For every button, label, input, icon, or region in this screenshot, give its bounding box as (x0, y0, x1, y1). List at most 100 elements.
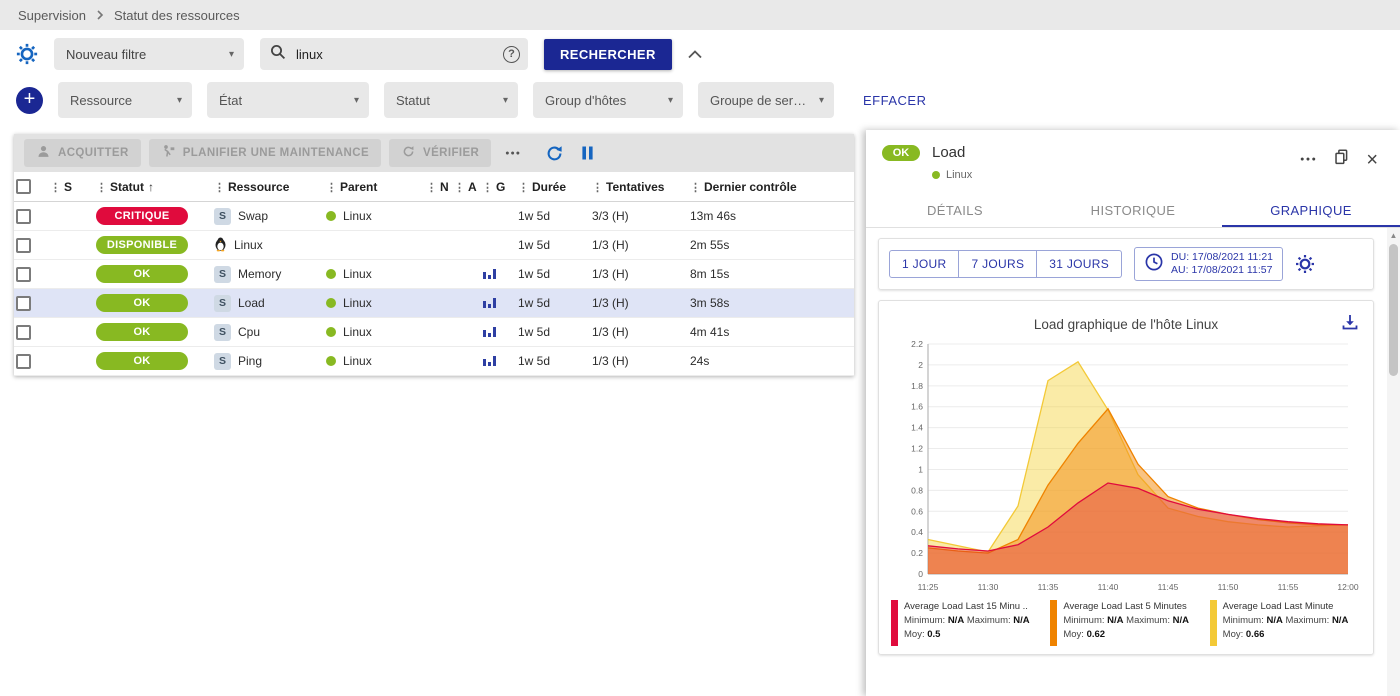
column-label: Durée (532, 180, 566, 194)
column-header-statut[interactable]: ⋮Statut↑ (94, 172, 212, 202)
legend-item[interactable]: Average Load Last 15 Minu .. Minimum: N/… (891, 600, 1042, 646)
select-all-header[interactable] (14, 172, 48, 202)
parent-name[interactable]: Linux (343, 354, 372, 368)
range-button-7jours[interactable]: 7 JOURS (959, 250, 1037, 278)
column-drag-icon[interactable]: ⋮ (518, 182, 529, 194)
graph-icon[interactable] (482, 298, 497, 312)
criteria-label: Statut (396, 93, 430, 108)
table-row[interactable]: OK S Cpu Linux 1w 5d 1/3 (H) 4m 41s (14, 318, 854, 347)
resource-name[interactable]: Cpu (238, 325, 260, 339)
graph-settings-gear-icon[interactable] (1295, 254, 1315, 274)
parent-name[interactable]: Linux (343, 209, 372, 223)
column-drag-icon[interactable]: ⋮ (690, 182, 701, 194)
panel-more-icon[interactable]: ●●● (1300, 156, 1317, 163)
row-checkbox[interactable] (16, 325, 31, 340)
parent-name[interactable]: Linux (343, 267, 372, 281)
criteria-select-3[interactable]: Statut▾ (384, 82, 518, 118)
collapse-filters-chevron-icon[interactable] (688, 50, 702, 59)
column-header-s[interactable]: ⋮S (48, 172, 94, 202)
tab-historique[interactable]: HISTORIQUE (1044, 193, 1222, 227)
breadcrumb-supervision[interactable]: Supervision (18, 8, 86, 23)
column-header-a[interactable]: ⋮A (452, 172, 480, 202)
legend-min-value: N/A (1107, 615, 1123, 626)
row-checkbox[interactable] (16, 296, 31, 311)
legend-item[interactable]: Average Load Last Minute Minimum: N/A Ma… (1210, 600, 1361, 646)
table-row[interactable]: OK S Load Linux 1w 5d 1/3 (H) 3m 58s (14, 289, 854, 318)
column-drag-icon[interactable]: ⋮ (96, 182, 107, 194)
svg-text:0.6: 0.6 (911, 506, 923, 516)
graph-icon[interactable] (482, 269, 497, 283)
table-row[interactable]: DISPONIBLE Linux 1w 5d 1/3 (H) 2m 55s (14, 231, 854, 260)
column-drag-icon[interactable]: ⋮ (482, 182, 493, 194)
parent-name[interactable]: Linux (343, 296, 372, 310)
refresh-icon[interactable] (545, 144, 564, 163)
criteria-select-4[interactable]: Group d'hôtes▾ (533, 82, 683, 118)
column-label: Ressource (228, 180, 289, 194)
column-header-parent[interactable]: ⋮Parent (324, 172, 424, 202)
criteria-select-1[interactable]: Ressource▾ (58, 82, 192, 118)
resource-name[interactable]: Load (238, 296, 265, 310)
date-range-picker[interactable]: DU: 17/08/2021 11:21 AU: 17/08/2021 11:5… (1134, 247, 1283, 281)
column-header-derniercontrle[interactable]: ⋮Dernier contrôle (688, 172, 854, 202)
scrollbar-thumb[interactable] (1389, 244, 1398, 376)
column-header-ressource[interactable]: ⋮Ressource (212, 172, 324, 202)
svg-text:1.6: 1.6 (911, 402, 923, 412)
column-drag-icon[interactable]: ⋮ (50, 182, 61, 194)
svg-text:11:50: 11:50 (1218, 582, 1239, 592)
table-row[interactable]: CRITIQUE S Swap Linux 1w 5d 3/3 (H) 13m … (14, 202, 854, 231)
range-button-31jours[interactable]: 31 JOURS (1037, 250, 1122, 278)
row-checkbox[interactable] (16, 209, 31, 224)
pause-icon[interactable] (580, 145, 595, 161)
tries-cell: 1/3 (H) (590, 347, 688, 376)
criteria-select-2[interactable]: État▾ (207, 82, 369, 118)
column-drag-icon[interactable]: ⋮ (214, 182, 225, 194)
column-drag-icon[interactable]: ⋮ (326, 182, 337, 194)
plan-maintenance-button[interactable]: PLANIFIER UNE MAINTENANCE (149, 139, 381, 167)
panel-scrollbar[interactable]: ▲ (1387, 228, 1400, 696)
row-checkbox[interactable] (16, 354, 31, 369)
clear-filters-link[interactable]: EFFACER (863, 93, 926, 108)
resource-name[interactable]: Swap (238, 209, 268, 223)
resource-name[interactable]: Linux (234, 238, 263, 252)
resource-name[interactable]: Memory (238, 267, 281, 281)
copy-link-icon[interactable] (1333, 148, 1350, 171)
row-checkbox[interactable] (16, 267, 31, 282)
add-criteria-button[interactable]: + (16, 87, 43, 114)
legend-item[interactable]: Average Load Last 5 Minutes Minimum: N/A… (1050, 600, 1201, 646)
panel-header: OK Load Linux ●●● × (866, 130, 1400, 189)
status-badge: OK (96, 352, 188, 370)
search-help-icon[interactable]: ? (503, 46, 520, 63)
column-header-n[interactable]: ⋮N (424, 172, 452, 202)
parent-name[interactable]: Linux (343, 325, 372, 339)
search-box[interactable]: ? (260, 38, 528, 70)
column-drag-icon[interactable]: ⋮ (592, 182, 603, 194)
criteria-select-5[interactable]: Groupe de ser…▾ (698, 82, 834, 118)
search-button[interactable]: RECHERCHER (544, 39, 672, 70)
acknowledge-button[interactable]: ACQUITTER (24, 139, 141, 167)
filter-settings-gear-icon[interactable] (16, 43, 38, 65)
search-input[interactable] (294, 46, 495, 63)
table-row[interactable]: OK S Memory Linux 1w 5d 1/3 (H) 8m 15s (14, 260, 854, 289)
column-drag-icon[interactable]: ⋮ (426, 182, 437, 194)
column-drag-icon[interactable]: ⋮ (454, 182, 465, 194)
tab-dtails[interactable]: DÉTAILS (866, 193, 1044, 227)
column-header-g[interactable]: ⋮G (480, 172, 516, 202)
saved-filter-select[interactable]: Nouveau filtre ▾ (54, 38, 244, 70)
check-button[interactable]: VÉRIFIER (389, 139, 491, 167)
chevron-down-icon: ▾ (229, 49, 234, 60)
svg-text:11:55: 11:55 (1278, 582, 1299, 592)
tab-graphique[interactable]: GRAPHIQUE (1222, 193, 1400, 227)
range-button-1jour[interactable]: 1 JOUR (889, 250, 959, 278)
table-row[interactable]: OK S Ping Linux 1w 5d 1/3 (H) 24s (14, 347, 854, 376)
resource-name[interactable]: Ping (238, 354, 262, 368)
scrollbar-up-arrow[interactable]: ▲ (1387, 231, 1400, 240)
download-icon[interactable] (1341, 313, 1359, 336)
close-panel-icon[interactable]: × (1366, 153, 1378, 167)
column-header-dure[interactable]: ⋮Durée (516, 172, 590, 202)
graph-icon[interactable] (482, 327, 497, 341)
more-actions-icon[interactable]: ●●● (499, 150, 527, 157)
column-header-tentatives[interactable]: ⋮Tentatives (590, 172, 688, 202)
row-checkbox[interactable] (16, 238, 31, 253)
graph-icon[interactable] (482, 356, 497, 370)
select-all-checkbox[interactable] (16, 179, 31, 194)
